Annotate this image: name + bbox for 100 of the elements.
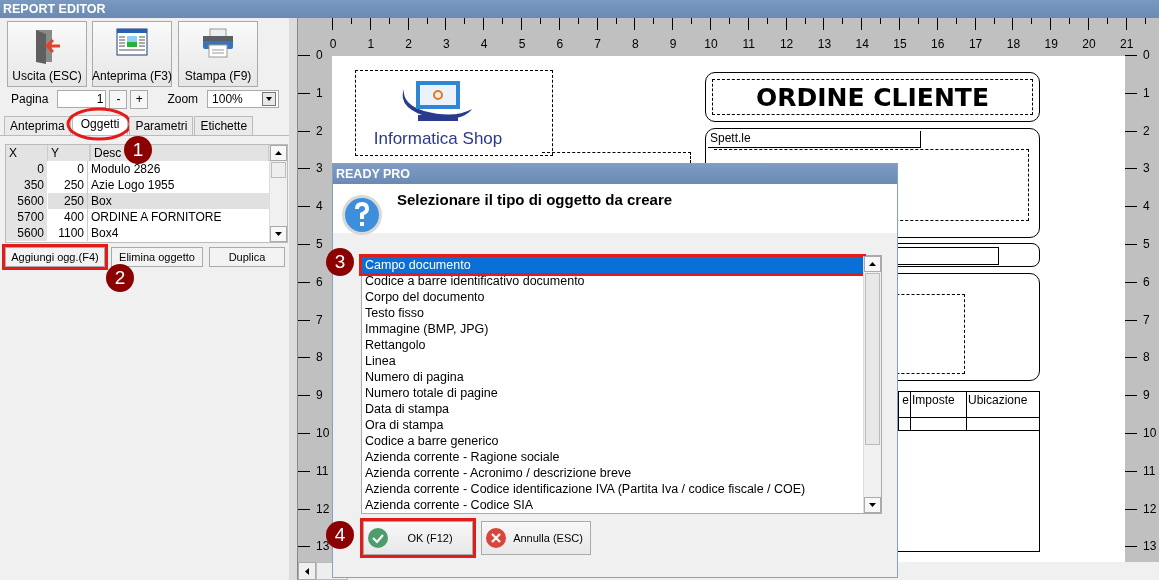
object-button[interactable]: Elimina oggetto	[111, 247, 203, 267]
page-label: Pagina	[11, 92, 49, 106]
ruler-number: 14	[854, 37, 870, 51]
dialog-button[interactable]: OK (F12)	[363, 521, 473, 555]
list-item[interactable]: Numero di pagina	[362, 369, 863, 385]
ruler-number: 6	[316, 274, 323, 289]
ruler-number: 11	[316, 463, 329, 478]
ruler-number: 15	[892, 37, 908, 51]
list-item[interactable]: Corpo del documento	[362, 289, 863, 305]
arrow-left-icon[interactable]	[305, 567, 309, 575]
document-title: ORDINE CLIENTE	[756, 82, 989, 112]
ruler-number: 10	[1143, 426, 1157, 440]
tab[interactable]: Etichette	[194, 116, 254, 135]
scrollbar[interactable]	[269, 145, 287, 242]
ruler-number: 13	[1143, 539, 1157, 554]
ruler-number: 8	[316, 350, 323, 365]
ruler-number: 0	[328, 37, 338, 51]
scroll-thumb[interactable]	[865, 273, 880, 445]
table-row[interactable]: 5700 400 ORDINE A FORNITORE	[6, 209, 270, 225]
ruler-number: 2	[1143, 123, 1150, 138]
table-cell-text: 0	[76, 161, 85, 177]
object-button[interactable]: Duplica	[209, 247, 285, 267]
ruler-number: 9	[316, 388, 323, 403]
ruler-number: 7	[1143, 312, 1150, 327]
list-item[interactable]: Azienda corrente - Ragione sociale	[362, 449, 863, 465]
ruler-number: 9	[1143, 388, 1150, 403]
column-header: X	[6, 145, 48, 161]
document-window-icon	[116, 28, 148, 56]
arrow-up-icon[interactable]	[275, 151, 283, 155]
toolbar-button[interactable]: Anteprima (F3)	[92, 21, 172, 87]
table-cell-text: 400	[62, 209, 85, 225]
printer-icon	[202, 28, 234, 58]
table-cell-text: 250	[62, 177, 85, 193]
list-item[interactable]: Azienda corrente - Codice SIA	[362, 497, 863, 513]
list-item[interactable]: Rettangolo	[362, 337, 863, 353]
ruler-number: 13	[816, 37, 833, 51]
ruler-number: 5	[517, 37, 527, 51]
table-cell: 250	[48, 193, 87, 209]
table-row[interactable]: 5600 250 Box	[6, 193, 270, 209]
increment-button[interactable]: +	[130, 89, 149, 109]
table-cell: 0	[6, 161, 48, 177]
scrollbar[interactable]	[863, 256, 881, 513]
table-cell: Box	[87, 193, 270, 209]
decrement-button[interactable]: -	[109, 89, 128, 109]
arrow-down-icon[interactable]	[869, 503, 876, 507]
list-item[interactable]: Ora di stampa	[362, 417, 863, 433]
toolbar-button[interactable]: Uscita (ESC)	[7, 21, 87, 87]
toolbar-button[interactable]: Stampa (F9)	[178, 21, 258, 87]
tab[interactable]: Oggetti	[71, 115, 129, 135]
ruler-number: 20	[1081, 37, 1097, 51]
tab[interactable]: Parametri	[129, 116, 194, 135]
ruler-number: 10	[703, 37, 719, 51]
ruler-number: 5	[1143, 237, 1150, 251]
ruler-number: 6	[555, 37, 565, 51]
dialog-button[interactable]: Annulla (ESC)	[481, 521, 591, 555]
ruler-number: 18	[1005, 37, 1022, 51]
list-item[interactable]: Azienda corrente - Acronimo / descrizione breve	[362, 465, 863, 481]
page-field[interactable]: 1	[57, 90, 107, 108]
ruler-number: 7	[316, 312, 323, 327]
ruler-number: 1	[316, 85, 323, 100]
ruler-number: 5	[316, 237, 323, 251]
list-item[interactable]: Codice a barre generico	[362, 433, 863, 449]
ruler-number: 1	[1143, 85, 1150, 100]
ruler-number: 2	[316, 123, 323, 138]
list-item[interactable]: Codice a barre identificativo documento	[362, 273, 863, 289]
table-row[interactable]: 5600 1100 Box4	[6, 225, 270, 241]
tab[interactable]: Anteprima	[4, 116, 71, 135]
list-item[interactable]: Linea	[362, 353, 863, 369]
ruler-number: 11	[1143, 463, 1156, 478]
list-item[interactable]: Azienda corrente - Codice identificazione IVA (Partita Iva / codice fiscale / COE)	[362, 481, 863, 497]
ruler-number: 3	[316, 161, 323, 176]
object-button[interactable]: Aggiungi ogg.(F4)	[5, 247, 105, 267]
list-item[interactable]: Campo documento	[362, 257, 863, 273]
ruler-number: 6	[1143, 274, 1150, 289]
ruler-number: 12	[778, 37, 795, 51]
ruler-number: 7	[593, 37, 602, 51]
column-header: Ubicazione	[966, 392, 1039, 417]
table-cell: 5600	[6, 193, 48, 209]
check-icon	[368, 528, 388, 548]
ruler-number: 4	[479, 37, 489, 51]
list-item[interactable]: Immagine (BMP, JPG)	[362, 321, 863, 337]
ruler-number: 9	[668, 37, 678, 51]
table-cell: 350	[6, 177, 48, 193]
arrow-up-icon[interactable]	[869, 262, 876, 266]
list-item[interactable]: Data di stampa	[362, 401, 863, 417]
ruler-number: 1	[366, 37, 376, 51]
ruler-number: 3	[442, 37, 451, 51]
table-cell: 5600	[6, 225, 48, 241]
ruler-number: 2	[404, 37, 413, 51]
table-cell-text: 1100	[57, 225, 85, 241]
window-title: REPORT EDITOR	[3, 2, 106, 16]
list-item[interactable]: Numero totale di pagine	[362, 385, 863, 401]
ruler-number: 0	[316, 48, 323, 62]
scroll-thumb[interactable]	[271, 162, 286, 178]
list-item[interactable]: Testo fisso	[362, 305, 863, 321]
arrow-down-icon[interactable]	[275, 232, 283, 236]
dialog-title: READY PRO	[336, 167, 411, 181]
zoom-dropdown[interactable]: 100%	[207, 90, 280, 108]
ruler-number: 4	[316, 199, 323, 214]
field-label: Spett.le	[710, 131, 751, 145]
